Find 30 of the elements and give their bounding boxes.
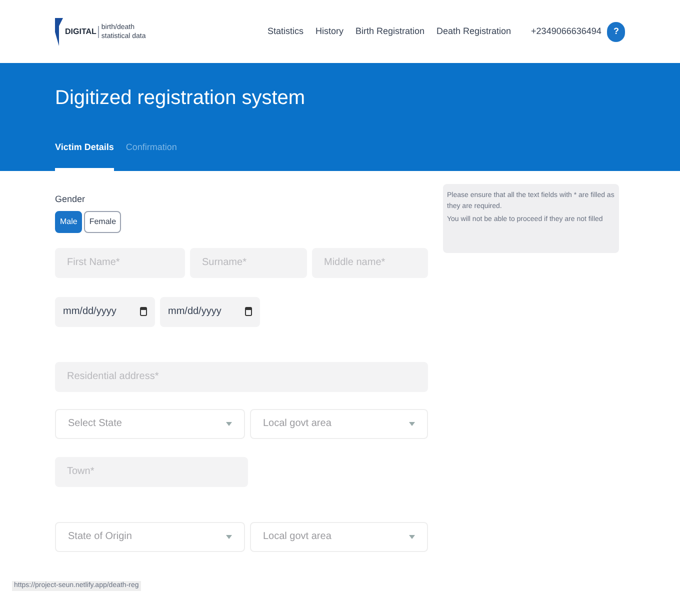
caret-icon xyxy=(409,422,415,426)
select-field[interactable]: Select State xyxy=(55,408,245,438)
date-field[interactable]: mm/dd/yyyy xyxy=(160,296,260,326)
tab[interactable]: Victim Details xyxy=(55,140,114,171)
phone-number: +2349066636494 xyxy=(531,24,602,38)
logo-flag-icon xyxy=(55,18,63,46)
text-field[interactable]: First Name* xyxy=(55,248,185,278)
select-field[interactable]: Local govt area xyxy=(250,408,428,438)
select-field[interactable]: Local govt area xyxy=(250,522,428,552)
gender-option[interactable]: Male xyxy=(55,210,82,232)
text-field[interactable]: Residential address* xyxy=(55,362,428,392)
page-title: Digitized registration system xyxy=(55,86,306,111)
text-field[interactable]: Town* xyxy=(55,456,248,486)
calendar-icon xyxy=(140,307,147,316)
text-field[interactable]: Surname* xyxy=(190,248,307,278)
user-avatar[interactable]: ? xyxy=(607,22,625,42)
calendar-icon xyxy=(245,307,252,316)
nav-link[interactable]: Death Registration xyxy=(436,24,512,38)
select-field[interactable]: State of Origin xyxy=(55,522,245,552)
gender-label: Gender xyxy=(55,193,86,206)
date-field[interactable]: mm/dd/yyyy xyxy=(55,296,155,326)
gender-option[interactable]: Female xyxy=(84,210,122,232)
nav-link[interactable]: History xyxy=(315,24,344,38)
nav-link[interactable]: Birth Registration xyxy=(355,24,424,38)
caret-icon xyxy=(226,422,232,426)
text-field[interactable]: Middle name* xyxy=(312,248,428,278)
nav-link[interactable]: Statistics xyxy=(267,24,304,38)
caret-icon xyxy=(226,534,232,538)
logo-mark: DIGITAL xyxy=(65,26,100,38)
caret-icon xyxy=(409,534,415,538)
